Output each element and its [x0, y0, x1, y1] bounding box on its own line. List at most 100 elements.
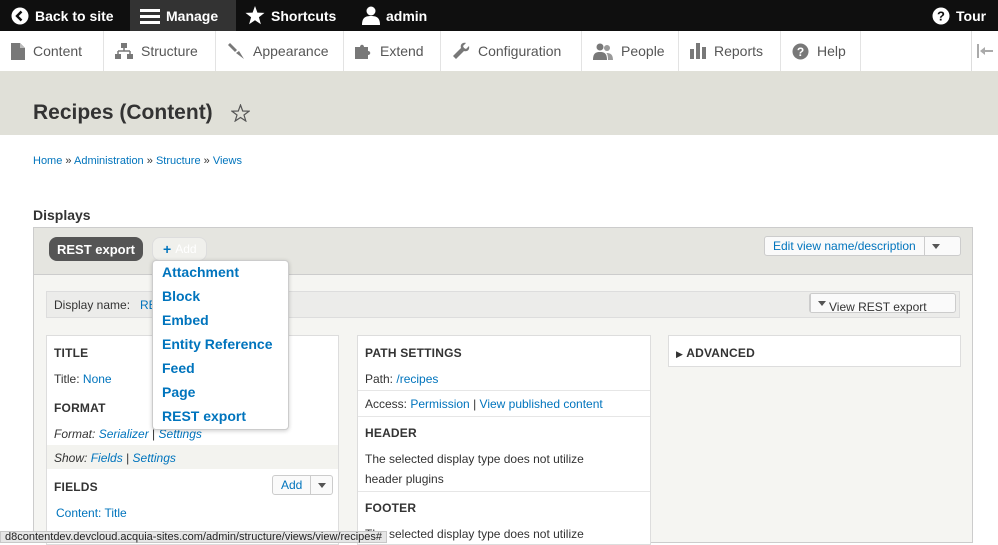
show-fields-link[interactable]: Fields: [91, 451, 123, 465]
star-icon: [245, 6, 265, 25]
dropdown-option-block[interactable]: Block: [162, 288, 200, 304]
tray-item-help[interactable]: ? Help: [781, 31, 861, 71]
path-setting: Path: /recipes: [365, 372, 438, 386]
advanced-toggle[interactable]: ▶ ADVANCED: [676, 346, 755, 360]
back-arrow-icon: [11, 7, 29, 24]
add-field-label: Add: [281, 478, 303, 492]
user-icon: [362, 6, 380, 25]
tray-extend-label: Extend: [380, 43, 424, 59]
collapse-left-icon: [977, 44, 993, 58]
wrench-icon: [453, 42, 470, 59]
show-setting: Show: Fields | Settings: [54, 451, 176, 465]
access-setting: Access: Permission | View published cont…: [365, 397, 603, 411]
tray-configuration-label: Configuration: [478, 43, 562, 59]
breadcrumb-home[interactable]: Home: [33, 155, 62, 167]
caret-down-icon[interactable]: [310, 476, 332, 494]
dropdown-option-page[interactable]: Page: [162, 384, 195, 400]
dropdown-option-entity-reference[interactable]: Entity Reference: [162, 336, 272, 352]
breadcrumb-separator: »: [65, 155, 72, 167]
tray-item-reports[interactable]: Reports: [679, 31, 781, 71]
middle-column: PATH SETTINGS Path: /recipes Access: Per…: [357, 335, 651, 545]
tray-item-people[interactable]: People: [582, 31, 679, 71]
show-label: Show:: [54, 451, 88, 465]
breadcrumb-separator: »: [146, 155, 153, 167]
displays-heading: Displays: [33, 207, 91, 223]
title-section-heading: TITLE: [54, 346, 89, 360]
sitemap-icon: [115, 43, 133, 59]
browser-status-url: d8contentdev.devcloud.acquia-sites.com/a…: [0, 531, 388, 543]
add-display-button[interactable]: + Add: [152, 237, 207, 261]
access-label: Access:: [365, 397, 408, 411]
shortcut-star-icon[interactable]: [231, 104, 250, 122]
manage-tab[interactable]: Manage: [130, 0, 236, 31]
divider: [358, 390, 650, 391]
dropdown-option-attachment[interactable]: Attachment: [162, 264, 239, 280]
page-header: Recipes (Content): [0, 71, 998, 135]
tray-reports-label: Reports: [714, 43, 764, 59]
page-title: Recipes (Content): [33, 101, 213, 124]
tab-rest-export[interactable]: REST export: [49, 237, 144, 261]
back-to-site-label: Back to site: [35, 7, 114, 24]
title-setting: Title: None: [54, 372, 112, 386]
help-circle-icon: ?: [932, 7, 950, 24]
show-row: Show: Fields | Settings: [47, 445, 338, 469]
breadcrumb-administration[interactable]: Administration: [74, 155, 144, 167]
path-value-link[interactable]: /recipes: [396, 372, 438, 386]
title-label: Title:: [54, 372, 80, 386]
user-tab[interactable]: admin: [362, 0, 427, 31]
svg-text:?: ?: [797, 45, 804, 59]
separator: |: [473, 397, 477, 411]
advanced-column[interactable]: ▶ ADVANCED: [668, 335, 961, 367]
display-name-label: Display name:: [54, 298, 131, 312]
title-value-link[interactable]: None: [83, 372, 112, 386]
user-label: admin: [386, 7, 428, 24]
tray-orientation-toggle[interactable]: [971, 31, 998, 71]
caret-down-icon[interactable]: [923, 237, 947, 255]
tray-people-label: People: [621, 43, 665, 59]
admin-tray: Content Structure Appearance Extend Conf…: [0, 31, 998, 72]
add-display-label: Add: [175, 242, 197, 256]
help-icon: ?: [792, 43, 809, 59]
svg-text:?: ?: [937, 8, 945, 23]
field-content-title-link[interactable]: Content: Title: [56, 506, 127, 520]
dropdown-option-rest-export[interactable]: REST export: [162, 408, 246, 424]
dropdown-option-feed[interactable]: Feed: [162, 360, 195, 376]
footer-section-heading: FOOTER: [365, 501, 417, 515]
tray-help-label: Help: [817, 43, 846, 59]
format-value-link[interactable]: Serializer: [99, 427, 149, 441]
edit-view-name-label: Edit view name/description: [773, 239, 916, 253]
fields-section-heading: FIELDS: [54, 480, 98, 494]
expand-arrow-icon: ▶: [676, 349, 684, 359]
field-content-title: Content: Title: [56, 506, 127, 520]
tray-item-appearance[interactable]: Appearance: [216, 31, 344, 71]
header-section-heading: HEADER: [365, 426, 417, 440]
puzzle-icon: [355, 44, 371, 59]
dropdown-option-embed[interactable]: Embed: [162, 312, 209, 328]
format-label: Format:: [54, 427, 96, 441]
access-permission-link[interactable]: Permission: [410, 397, 469, 411]
show-settings-link[interactable]: Settings: [133, 451, 176, 465]
format-section-heading: FORMAT: [54, 401, 106, 415]
tray-item-extend[interactable]: Extend: [344, 31, 441, 71]
tray-item-configuration[interactable]: Configuration: [441, 31, 582, 71]
access-view-published-link[interactable]: View published content: [480, 397, 603, 411]
file-icon: [11, 42, 25, 60]
footer-note-line-1: The selected display type does not utili…: [365, 527, 584, 541]
add-field-button[interactable]: Add: [272, 475, 333, 495]
admin-toolbar: Back to site Manage Shortcuts admin ? To…: [0, 0, 998, 31]
tray-item-structure[interactable]: Structure: [104, 31, 216, 71]
plus-icon: +: [163, 241, 172, 257]
bar-chart-icon: [690, 43, 706, 59]
tray-item-content[interactable]: Content: [0, 31, 104, 71]
edit-view-name-button[interactable]: Edit view name/description: [764, 236, 961, 256]
shortcuts-tab[interactable]: Shortcuts: [245, 0, 336, 31]
breadcrumb-structure[interactable]: Structure: [156, 155, 201, 167]
tour-button[interactable]: ? Tour: [932, 0, 986, 31]
view-rest-export-label: View REST export: [829, 300, 927, 314]
tray-structure-label: Structure: [141, 43, 198, 59]
view-rest-export-button[interactable]: View REST export: [809, 293, 956, 314]
advanced-label: ADVANCED: [686, 346, 755, 360]
tray-appearance-label: Appearance: [253, 43, 329, 59]
back-to-site-link[interactable]: Back to site: [11, 0, 114, 31]
breadcrumb-views[interactable]: Views: [213, 155, 242, 167]
